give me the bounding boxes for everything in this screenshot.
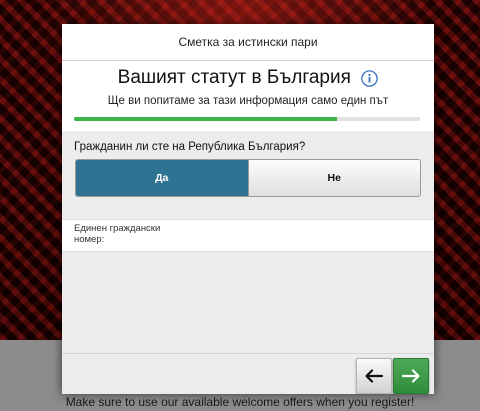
egn-field-row: Единен граждански номер: xyxy=(62,219,434,252)
arrow-right-icon xyxy=(401,369,420,383)
modal-footer xyxy=(62,353,434,394)
yes-option-button[interactable]: Да xyxy=(76,160,248,196)
arrow-left-icon xyxy=(365,369,384,383)
citizenship-question-label: Гражданин ли сте на Република България? xyxy=(74,141,306,153)
welcome-offer-text: Make sure to use our available welcome o… xyxy=(65,395,415,409)
no-option-button[interactable]: Не xyxy=(247,160,420,196)
page-title: Вашият статут в България xyxy=(117,67,351,88)
title-row: Вашият статут в България xyxy=(62,67,434,89)
info-icon[interactable] xyxy=(361,69,379,87)
citizenship-toggle: Да Не xyxy=(75,159,421,197)
back-button[interactable] xyxy=(356,358,392,394)
egn-input[interactable] xyxy=(186,222,430,250)
status-section: Вашият статут в България Ще ви попитаме … xyxy=(62,61,434,131)
page-subtitle: Ще ви попитаме за тази информация само е… xyxy=(107,95,389,107)
next-button[interactable] xyxy=(393,358,429,394)
registration-modal: Сметка за истински пари Вашият статут в … xyxy=(62,24,434,394)
egn-field-label: Единен граждански номер: xyxy=(74,223,161,245)
progress-fill xyxy=(74,117,337,121)
modal-header-title: Сметка за истински пари xyxy=(62,24,434,61)
citizenship-question: Гражданин ли сте на Република България? … xyxy=(62,131,434,219)
progress-bar xyxy=(74,117,420,121)
